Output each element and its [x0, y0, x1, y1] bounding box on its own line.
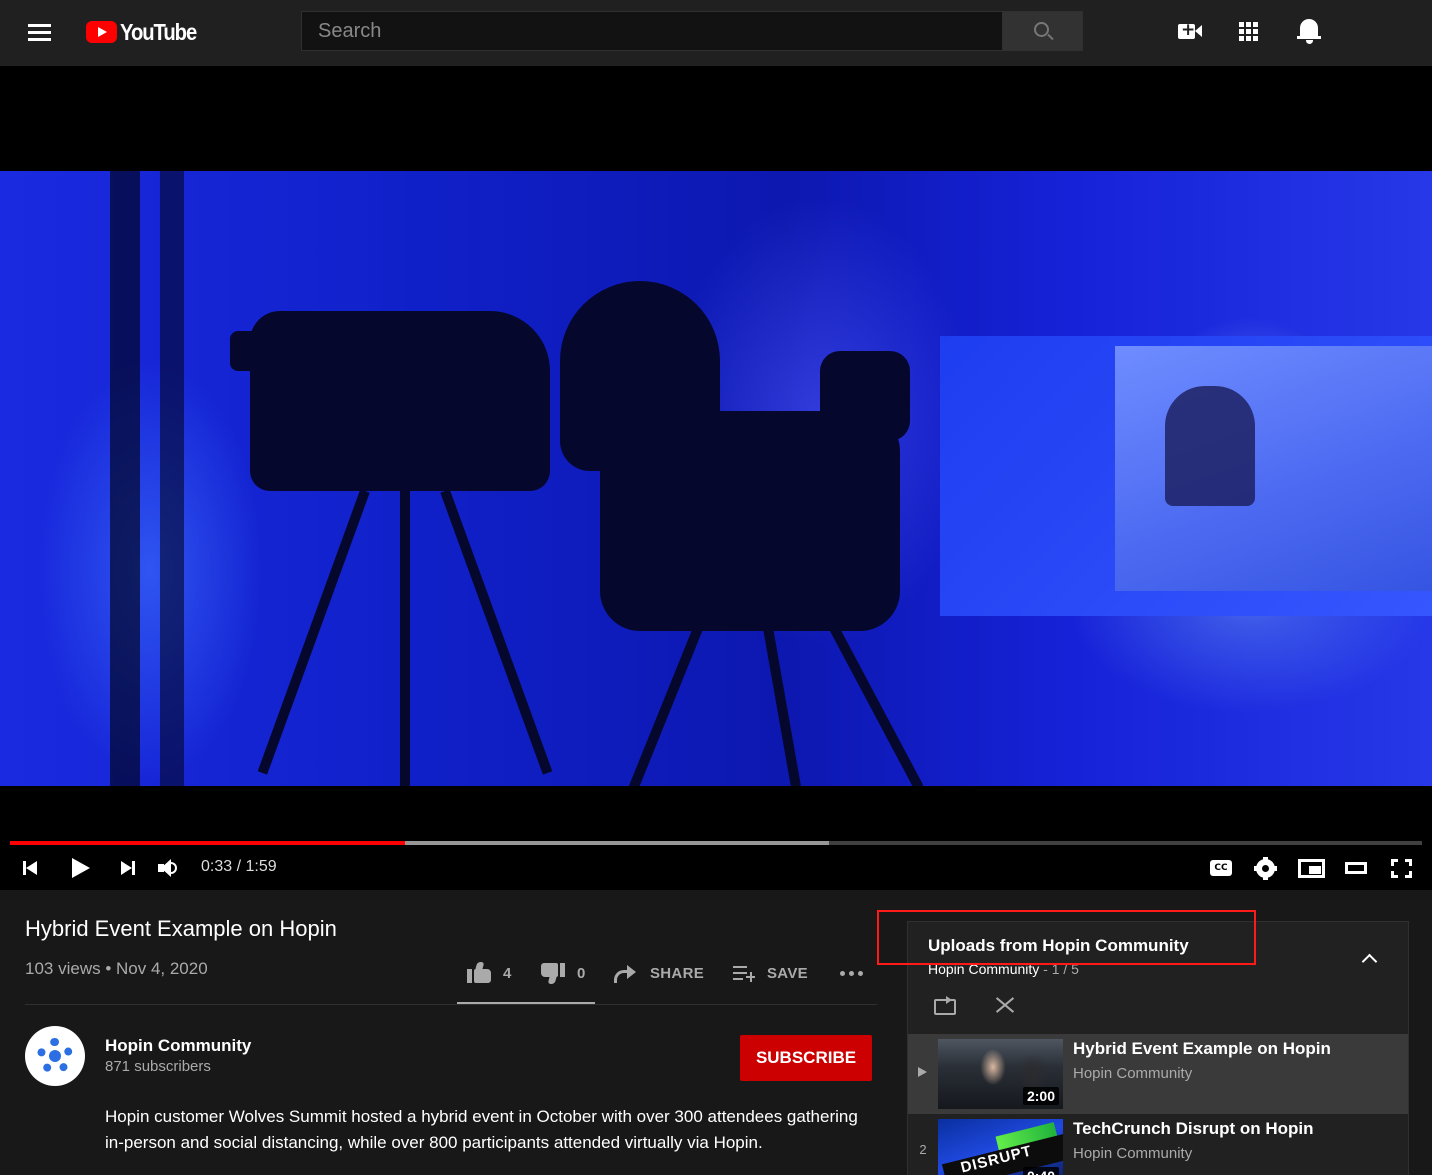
channel-avatar[interactable] [25, 1026, 85, 1086]
menu-icon[interactable] [22, 18, 58, 46]
youtube-play-logo-icon [86, 21, 117, 43]
shuffle-icon[interactable] [992, 994, 1016, 1016]
subscribe-button[interactable]: SUBSCRIBE [740, 1035, 872, 1081]
playlist-header: Uploads from Hopin Community Hopin Commu… [908, 922, 1408, 1032]
duration-badge: 2:00 [1022, 1087, 1059, 1105]
duration-badge: 0:40 [1022, 1167, 1059, 1175]
playlist-owner[interactable]: Hopin Community [928, 961, 1039, 977]
search-input[interactable] [302, 12, 1003, 50]
save-button[interactable]: SAVE [733, 958, 808, 988]
like-button[interactable]: 4 [467, 958, 512, 988]
share-label: SHARE [650, 964, 705, 982]
search-icon [1034, 22, 1049, 37]
video-frame[interactable] [0, 171, 1432, 786]
next-icon[interactable] [112, 856, 142, 880]
youtube-logo[interactable]: YouTube [86, 18, 207, 46]
channel-name[interactable]: Hopin Community [105, 1035, 251, 1057]
video-meta: 103 views • Nov 4, 2020 [25, 959, 208, 978]
volume-icon[interactable] [156, 856, 186, 880]
thumbs-up-icon [467, 962, 491, 984]
progress-played [10, 841, 406, 845]
more-actions-button[interactable] [840, 958, 863, 988]
dislike-button[interactable]: 0 [541, 958, 586, 988]
save-label: SAVE [767, 964, 808, 982]
search-button[interactable] [1002, 11, 1083, 51]
playlist-item[interactable]: 2 DISRUPT 0:40 TechCrunch Disrupt on Hop… [908, 1114, 1408, 1175]
thumbs-down-icon [541, 962, 565, 984]
playlist-item-index: 2 [919, 1142, 927, 1157]
share-button[interactable]: SHARE [614, 958, 704, 988]
video-thumbnail[interactable]: DISRUPT 0:40 [938, 1119, 1063, 1175]
video-player[interactable]: 0:33 / 1:59 CC [0, 66, 1432, 890]
play-icon[interactable] [66, 856, 96, 880]
playlist-item[interactable]: 2:00 Hybrid Event Example on Hopin Hopin… [908, 1034, 1408, 1114]
playlist-subtitle: Hopin Community - 1 / 5 [928, 960, 1079, 978]
dislike-count: 0 [577, 964, 586, 982]
miniplayer-icon[interactable] [1297, 856, 1327, 880]
captions-icon[interactable]: CC [1208, 856, 1238, 880]
playlist-item-channel: Hopin Community [1073, 1065, 1193, 1082]
playlist-item-title[interactable]: Hybrid Event Example on Hopin [1073, 1038, 1331, 1060]
playlist-position: - 1 / 5 [1039, 961, 1079, 977]
chevron-up-icon[interactable] [1360, 950, 1378, 968]
subscriber-count: 871 subscribers [105, 1058, 211, 1075]
search-box [301, 11, 1003, 51]
apps-grid-icon[interactable] [1237, 19, 1263, 45]
time-display: 0:33 / 1:59 [201, 858, 277, 875]
theater-mode-icon[interactable] [1342, 856, 1372, 880]
divider [25, 1004, 877, 1005]
loop-icon[interactable] [932, 994, 956, 1016]
previous-icon[interactable] [18, 856, 48, 880]
more-horiz-icon [840, 970, 863, 976]
settings-gear-icon[interactable] [1253, 856, 1283, 880]
like-count: 4 [503, 964, 512, 982]
now-playing-icon [918, 1067, 927, 1077]
progress-bar[interactable] [10, 841, 1422, 845]
video-title: Hybrid Event Example on Hopin [25, 916, 337, 941]
create-video-icon[interactable] [1177, 19, 1203, 45]
playlist-panel: Uploads from Hopin Community Hopin Commu… [907, 921, 1409, 1175]
video-description: Hopin customer Wolves Summit hosted a hy… [105, 1107, 858, 1152]
fullscreen-icon[interactable] [1388, 856, 1418, 880]
playlist-title[interactable]: Uploads from Hopin Community [928, 934, 1189, 958]
playlist-item-title[interactable]: TechCrunch Disrupt on Hopin [1073, 1118, 1314, 1140]
stage-screen [940, 336, 1432, 616]
playlist-item-channel: Hopin Community [1073, 1145, 1193, 1162]
share-icon [614, 964, 636, 983]
notifications-bell-icon[interactable] [1297, 19, 1323, 45]
playlist-add-icon [733, 964, 755, 982]
masthead: YouTube [0, 0, 1432, 66]
logo-text: YouTube [120, 18, 197, 45]
video-thumbnail[interactable]: 2:00 [938, 1039, 1063, 1109]
